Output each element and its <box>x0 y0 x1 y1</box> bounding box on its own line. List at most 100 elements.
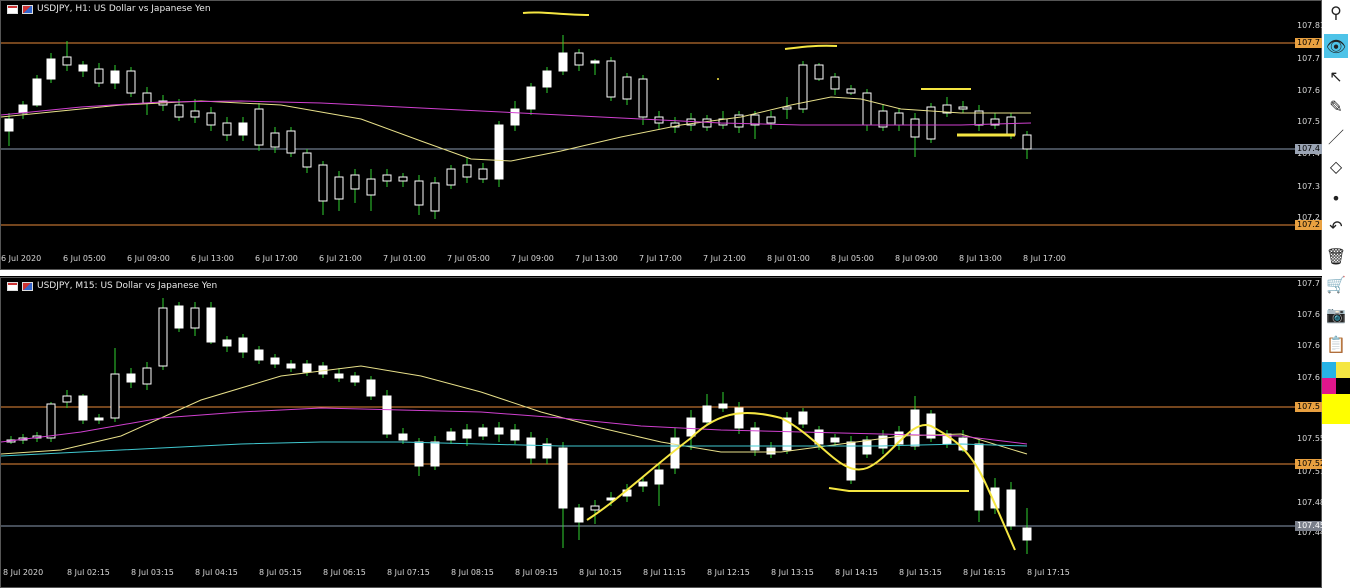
m15-candle <box>446 428 456 444</box>
m15-chart-title: USDJPY, M15: US Dollar vs Japanese Yen <box>7 281 217 291</box>
m15-candle <box>238 334 248 358</box>
h1-yellow-drawing[interactable] <box>522 11 590 16</box>
clipboard-icon[interactable]: 📋 <box>1324 332 1348 356</box>
color-swatch[interactable] <box>1336 378 1350 394</box>
color-swatch[interactable] <box>1336 362 1350 378</box>
m15-candle <box>174 302 184 332</box>
trash-icon[interactable]: 🗑 <box>1324 244 1348 268</box>
h1-candle <box>814 63 824 81</box>
m15-candle <box>654 464 664 506</box>
dot-icon[interactable]: • <box>1324 186 1348 210</box>
m15-price-tick: 107.6 <box>1297 373 1320 382</box>
h1-time-tick: 7 Jul 17:00 <box>639 254 682 263</box>
h1-price-marker: 107.7 <box>1295 38 1322 48</box>
m15-price-axis[interactable]: 107.7 107.6 107.6 107.6 107.550 107.515 107.48… <box>1295 278 1333 565</box>
m15-time-tick: 8 Jul 05:15 <box>259 568 302 577</box>
m15-time-tick: 8 Jul 11:15 <box>643 568 686 577</box>
m15-yellow-level-line[interactable] <box>828 487 969 492</box>
camera-icon[interactable]: 📷 <box>1324 302 1348 326</box>
m15-candle <box>574 504 584 540</box>
m15-candle <box>270 354 280 368</box>
h1-candle <box>542 67 552 93</box>
h1-time-tick: 7 Jul 21:00 <box>703 254 746 263</box>
h1-candle <box>798 61 808 113</box>
h1-candle <box>878 105 888 131</box>
m15-candle <box>382 390 392 438</box>
h1-candle <box>142 87 152 115</box>
h1-candle <box>302 149 312 173</box>
h1-time-tick: 8 Jul 17:00 <box>1023 254 1066 263</box>
m15-candle <box>718 392 728 412</box>
m15-candle <box>110 348 120 422</box>
h1-candle <box>958 101 968 113</box>
m15-chart-window[interactable]: USDJPY, M15: US Dollar vs Japanese Yen 1… <box>0 277 1333 588</box>
h1-candlestick-plot[interactable] <box>1 1 1295 251</box>
undo-icon[interactable]: ↶ <box>1324 214 1348 238</box>
h1-price-tick: 107.6 <box>1297 86 1320 95</box>
eraser-icon[interactable]: ✎ <box>1324 94 1348 118</box>
color-swatch[interactable] <box>1322 378 1336 394</box>
m15-time-axis[interactable]: 8 Jul 2020 8 Jul 02:15 8 Jul 03:15 8 Jul 04… <box>1 566 1295 580</box>
h1-candle <box>574 49 584 71</box>
h1-time-axis[interactable]: 6 Jul 2020 6 Jul 05:00 6 Jul 09:00 6 Jul 13… <box>1 252 1295 266</box>
h1-candle <box>1022 131 1032 159</box>
h1-candle <box>238 117 248 141</box>
highlighter-icon[interactable]: ◇ <box>1324 154 1348 178</box>
color-swatch[interactable] <box>1322 394 1350 424</box>
m15-time-tick: 8 Jul 08:15 <box>451 568 494 577</box>
m15-yellow-trend-curve[interactable] <box>586 411 1016 551</box>
h1-candle <box>494 121 504 187</box>
m15-time-tick: 8 Jul 2020 <box>3 568 44 577</box>
table-icon <box>7 281 18 291</box>
m15-candle <box>350 372 360 386</box>
m15-candle <box>78 394 88 424</box>
h1-candle <box>350 169 360 203</box>
h1-candle <box>32 75 42 107</box>
line-icon[interactable]: ／ <box>1324 124 1348 148</box>
h1-candle <box>222 117 232 141</box>
h1-chart-window[interactable]: USDJPY, H1: US Dollar vs Japanese Yen 10… <box>0 0 1330 270</box>
h1-candle <box>382 169 392 187</box>
m15-candle <box>1022 508 1032 554</box>
h1-price-tick: 107.7 <box>1297 54 1320 63</box>
m15-candle <box>222 336 232 352</box>
cursor-icon[interactable]: ↖ <box>1324 64 1348 88</box>
pin-icon[interactable]: ⚲ <box>1324 0 1348 24</box>
h1-candle <box>94 63 104 87</box>
m15-time-tick: 8 Jul 09:15 <box>515 568 558 577</box>
h1-time-tick: 6 Jul 2020 <box>1 254 42 263</box>
h1-yellow-drawing[interactable] <box>784 44 838 50</box>
h1-candle <box>894 109 904 131</box>
table-icon <box>7 4 18 14</box>
m15-candlestick-plot[interactable] <box>1 278 1295 565</box>
h1-candle <box>46 53 56 83</box>
h1-candle <box>750 111 760 139</box>
cart-icon[interactable]: 🛒 <box>1324 272 1348 296</box>
h1-candle <box>942 97 952 117</box>
h1-candle <box>62 41 72 71</box>
h1-price-tick: 107.3 <box>1297 182 1320 191</box>
m15-time-tick: 8 Jul 15:15 <box>899 568 942 577</box>
m15-price-tick: 107.6 <box>1297 310 1320 319</box>
eye-icon[interactable]: 👁 <box>1324 34 1348 58</box>
m15-candle <box>766 442 776 458</box>
h1-candle <box>622 73 632 105</box>
color-swatch[interactable] <box>1322 362 1336 378</box>
m15-candle <box>750 422 760 456</box>
h1-candle <box>830 73 840 95</box>
h1-candle <box>590 59 600 75</box>
h1-candle <box>190 99 200 123</box>
h1-candle <box>974 105 984 131</box>
h1-candle <box>782 97 792 119</box>
h1-candle <box>4 113 14 146</box>
m15-candle <box>366 376 376 400</box>
m15-candle <box>798 408 808 428</box>
m15-candle <box>206 302 216 344</box>
m15-candle <box>510 424 520 444</box>
h1-price-axis[interactable]: 107.815107.7107.6107.5107.4107.3107.2107… <box>1295 1 1330 251</box>
h1-candle <box>990 113 1000 129</box>
h1-candle <box>606 57 616 101</box>
flag-icon <box>22 281 33 291</box>
m15-candle <box>158 298 168 370</box>
h1-price-tick: 107.5 <box>1297 117 1320 126</box>
